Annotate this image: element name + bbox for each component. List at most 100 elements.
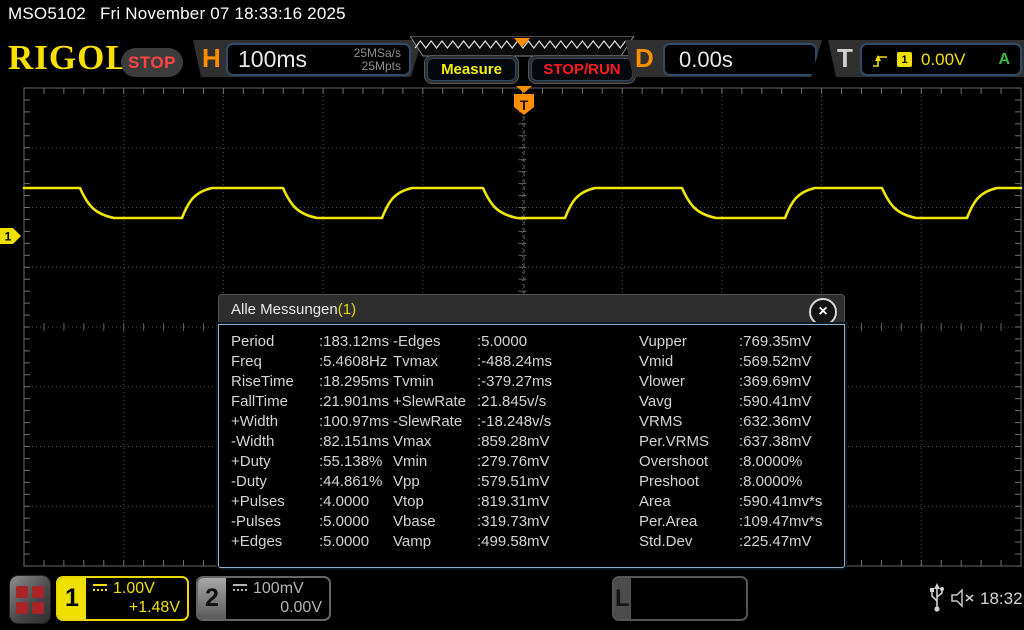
channel2-scale: 100mV: [253, 580, 304, 598]
channel2-offset: 0.00V: [280, 599, 322, 617]
channel2-status-box[interactable]: 2 100mV 0.00V: [196, 576, 331, 621]
panel-title-bar[interactable]: Alle Messungen(1) ×: [218, 294, 845, 324]
trigger-level-value: 0.00V: [921, 50, 965, 70]
measurement-label: Vmid: [639, 352, 739, 372]
datetime: Fri November 07 18:33:16 2025: [100, 4, 346, 23]
measure-button[interactable]: Measure: [424, 55, 519, 84]
measurement-value: :21.901ms: [319, 392, 393, 412]
measurement-value: :279.76mV: [477, 452, 639, 472]
run-state-badge[interactable]: STOP: [121, 48, 183, 77]
trigger-box[interactable]: 1 0.00V A: [860, 43, 1022, 76]
trigger-slope-icon: [872, 52, 888, 68]
measurement-value: :225.47mV: [739, 532, 839, 552]
channel1-number: 1: [58, 578, 86, 619]
measurement-label: FallTime: [231, 392, 319, 412]
measurement-value: :859.28mV: [477, 432, 639, 452]
measurement-label: Vamp: [393, 532, 477, 552]
measurement-label: Vlower: [639, 372, 739, 392]
measurement-value: :5.0000: [319, 532, 393, 552]
horizontal-settings-box[interactable]: H 100ms 25MSa/s 25Mpts: [193, 40, 422, 77]
logic-channels-row1: 0 1 2 3 4 5 6 7: [631, 618, 746, 621]
measurement-value: :319.73mV: [477, 512, 639, 532]
measurement-label: Vpp: [393, 472, 477, 492]
measurement-label: +Edges: [231, 532, 319, 552]
rigol-logo: RIGOL: [8, 38, 130, 78]
measurement-row: +Width:100.97ms-SlewRate:-18.248v/sVRMS:…: [219, 412, 844, 432]
system-clock: 18:32: [980, 589, 1023, 609]
measurement-row: +Duty:55.138%Vmin:279.76mVOvershoot:8.00…: [219, 452, 844, 472]
top-status-bar: MSO5102Fri November 07 18:33:16 2025: [8, 4, 360, 24]
oscilloscope-screen: MSO5102Fri November 07 18:33:16 2025 RIG…: [0, 0, 1024, 630]
measurement-value: :637.38mV: [739, 432, 839, 452]
trigger-marker-letter: T: [520, 97, 529, 113]
measurement-label: +Width: [231, 412, 319, 432]
measurement-label: -Pulses: [231, 512, 319, 532]
measurement-label: -Width: [231, 432, 319, 452]
trigger-position-arrow-icon[interactable]: [516, 86, 532, 93]
measurement-label: Vavg: [639, 392, 739, 412]
measurement-label: +Duty: [231, 452, 319, 472]
measurement-row: RiseTime:18.295msTvmin:-379.27msVlower:3…: [219, 372, 844, 392]
delay-box[interactable]: 0.00s: [663, 43, 817, 76]
delay-settings-box[interactable]: D 0.00s: [625, 40, 822, 77]
measurement-label: Area: [639, 492, 739, 512]
measurement-label: Overshoot: [639, 452, 739, 472]
measurement-label: +Pulses: [231, 492, 319, 512]
measurement-label: Freq: [231, 352, 319, 372]
measurement-label: VRMS: [639, 412, 739, 432]
measurement-label: -Duty: [231, 472, 319, 492]
channel1-offset: +1.48V: [129, 599, 180, 617]
channel1-marker-number: 1: [5, 230, 12, 244]
measurements-table: Period:183.12ms-Edges:5.0000Vupper:769.3…: [218, 324, 845, 568]
measurement-row: FallTime:21.901ms+SlewRate:21.845v/sVavg…: [219, 392, 844, 412]
horizontal-label: H: [202, 40, 221, 77]
measurement-row: -Width:82.151msVmax:859.28mVPer.VRMS:637…: [219, 432, 844, 452]
measurement-value: :369.69mV: [739, 372, 839, 392]
trigger-settings-box[interactable]: T 1 0.00V A: [828, 40, 1024, 77]
menu-button[interactable]: [9, 575, 51, 624]
measurement-label: Tvmin: [393, 372, 477, 392]
measurement-row: Period:183.12ms-Edges:5.0000Vupper:769.3…: [219, 332, 844, 352]
measurement-label: +SlewRate: [393, 392, 477, 412]
channel1-scale: 1.00V: [113, 580, 155, 598]
measurement-value: :579.51mV: [477, 472, 639, 492]
measurement-label: Vtop: [393, 492, 477, 512]
measurement-row: +Pulses:4.0000Vtop:819.31mVArea:590.41mv…: [219, 492, 844, 512]
close-icon[interactable]: ×: [809, 298, 837, 326]
measurement-label: Tvmax: [393, 352, 477, 372]
timebase-value: 100ms: [228, 46, 307, 73]
memory-depth: 25Mpts: [354, 60, 401, 73]
measurement-value: :590.41mV: [739, 392, 839, 412]
measurement-value: :590.41mv*s: [739, 492, 839, 512]
measurement-value: :82.151ms: [319, 432, 393, 452]
acquisition-info: 25MSa/s 25Mpts: [354, 47, 409, 73]
logic-analyzer-status-box[interactable]: L 0 1 2 3 4 5 6 7 8 9 1011 12131415: [612, 576, 748, 621]
usb-icon: [928, 582, 946, 614]
measurement-value: :100.97ms: [319, 412, 393, 432]
memory-preview-bar[interactable]: [410, 36, 634, 57]
measurement-label: -Edges: [393, 332, 477, 352]
measurement-value: :4.0000: [319, 492, 393, 512]
measurement-value: :499.58mV: [477, 532, 639, 552]
channel1-status-box[interactable]: 1 1.00V +1.48V: [56, 576, 189, 621]
measurement-value: :769.35mV: [739, 332, 839, 352]
measurement-value: :5.0000: [319, 512, 393, 532]
measurement-value: :569.52mV: [739, 352, 839, 372]
trigger-label: T: [837, 40, 853, 77]
measurement-value: :44.861%: [319, 472, 393, 492]
speaker-muted-icon: [950, 588, 976, 608]
measurement-value: :-379.27ms: [477, 372, 639, 392]
measurement-label: Preshoot: [639, 472, 739, 492]
measurement-value: :109.47mv*s: [739, 512, 839, 532]
stop-run-button[interactable]: STOP/RUN: [528, 55, 636, 84]
measurement-label: Per.Area: [639, 512, 739, 532]
measurement-label: -SlewRate: [393, 412, 477, 432]
measurement-value: :-488.24ms: [477, 352, 639, 372]
measurement-label: Period: [231, 332, 319, 352]
logic-channel-numbers: 0 1 2 3 4 5 6 7 8 9 1011 12131415: [631, 578, 746, 619]
timebase-box[interactable]: 100ms 25MSa/s 25Mpts: [226, 43, 411, 76]
measure-button-label: Measure: [427, 58, 516, 81]
panel-count: (1): [338, 301, 356, 318]
measurement-value: :8.0000%: [739, 452, 839, 472]
measurement-value: :5.0000: [477, 332, 639, 352]
